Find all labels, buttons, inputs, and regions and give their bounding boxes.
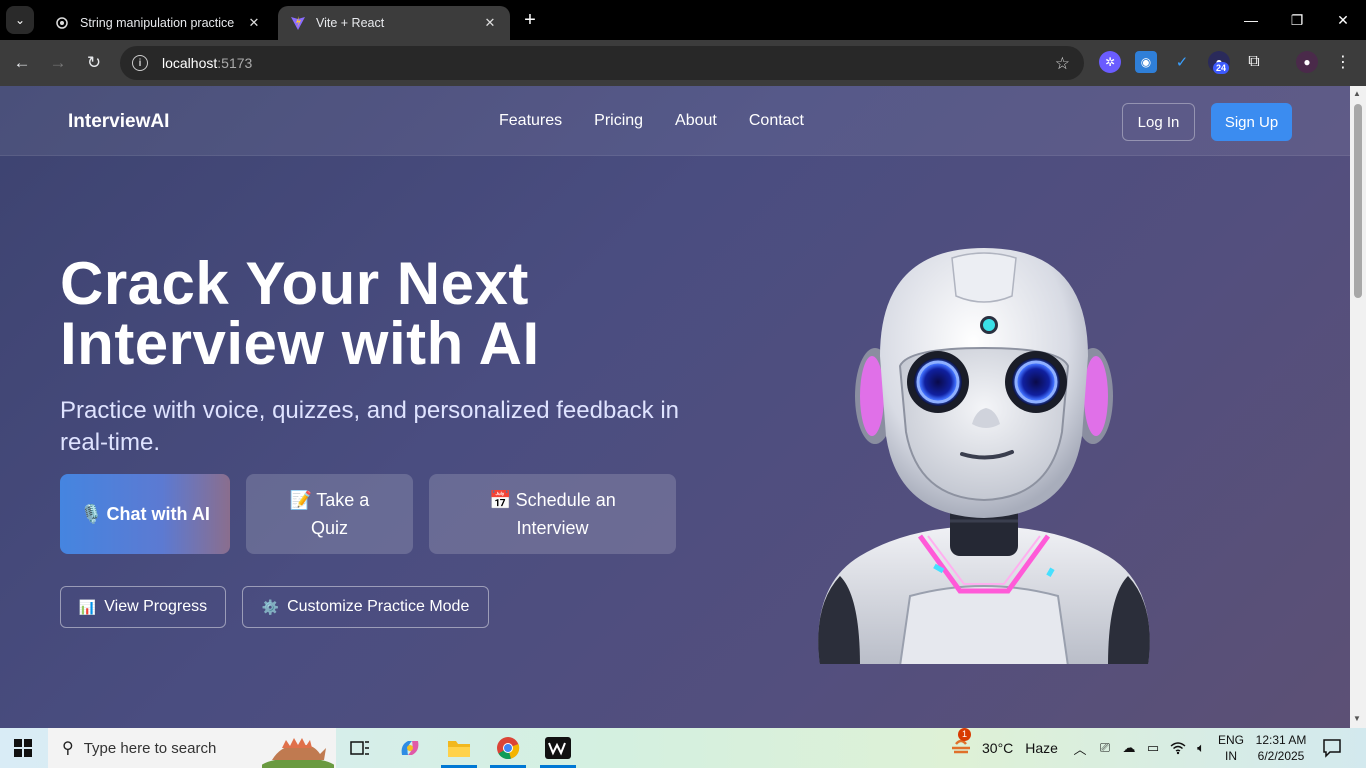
bookmark-star-icon[interactable]: ☆: [1055, 54, 1070, 74]
site-navbar: InterviewAI Features Pricing About Conta…: [0, 86, 1350, 156]
vite-favicon-icon: [290, 15, 306, 31]
cloud-sync-icon[interactable]: ☁: [1119, 728, 1139, 768]
search-placeholder: Type here to search: [83, 739, 217, 757]
language-code: ENG: [1217, 733, 1244, 747]
customize-practice-button[interactable]: ⚙️ Customize Practice Mode: [242, 586, 489, 628]
extension-badge: 24: [1213, 62, 1230, 74]
url-host: localhost: [162, 55, 218, 71]
browser-tab-string-practice[interactable]: String manipulation practice ✕: [42, 6, 274, 40]
page-viewport: InterviewAI Features Pricing About Conta…: [0, 86, 1350, 728]
hero-title-line-1: Crack Your Next: [60, 250, 529, 317]
file-explorer-icon[interactable]: [439, 728, 479, 768]
extension-gear-icon[interactable]: ✲: [1099, 51, 1121, 73]
extension-screen-icon[interactable]: ◉: [1135, 51, 1157, 73]
back-button[interactable]: ←: [8, 49, 36, 77]
battery-icon[interactable]: ▭: [1144, 728, 1162, 768]
button-label: Schedule an Interview: [515, 490, 616, 538]
button-label: Take a Quiz: [310, 490, 370, 538]
wifi-icon[interactable]: [1168, 728, 1188, 768]
reload-button[interactable]: ↻: [80, 49, 108, 77]
page-scrollbar[interactable]: ▲ ▼: [1350, 86, 1366, 728]
nav-link-contact[interactable]: Contact: [749, 112, 804, 130]
meet-now-icon[interactable]: ⎚: [1096, 728, 1114, 768]
new-tab-button[interactable]: +: [518, 8, 542, 32]
bar-chart-icon: 📊: [78, 598, 97, 615]
weather-haze-icon: 1: [950, 727, 972, 759]
scroll-up-arrow-icon[interactable]: ▲: [1353, 89, 1361, 98]
hero-title-line-2: Interview with AI: [60, 310, 540, 377]
weather-alert-badge: 1: [958, 727, 971, 741]
search-icon: ⚲: [62, 740, 74, 757]
view-progress-button[interactable]: 📊 View Progress: [60, 586, 226, 628]
hero-subtitle: Practice with voice, quizzes, and person…: [60, 397, 680, 456]
hero-title: Crack Your Next Interview with AI: [60, 254, 700, 374]
forward-button[interactable]: →: [44, 49, 72, 77]
input-language-indicator[interactable]: ENG IN: [1217, 732, 1245, 764]
minimize-button[interactable]: —: [1228, 0, 1274, 40]
dinosaur-search-highlight-icon: [262, 738, 334, 768]
tab-title: Vite + React: [316, 16, 385, 30]
extensions-puzzle-icon[interactable]: ⧉: [1243, 51, 1265, 73]
site-info-icon[interactable]: i: [132, 55, 148, 71]
tab-search-button[interactable]: ⌄: [6, 6, 34, 34]
scroll-down-arrow-icon[interactable]: ▼: [1353, 714, 1361, 723]
microphone-icon: 🎙️: [80, 504, 103, 524]
notification-center-icon[interactable]: [1322, 738, 1342, 758]
nav-link-about[interactable]: About: [675, 112, 717, 130]
button-label: View Progress: [104, 598, 208, 615]
restore-button[interactable]: ❐: [1274, 0, 1320, 40]
clock-time: 12:31 AM: [1255, 733, 1307, 747]
login-button[interactable]: Log In: [1122, 103, 1195, 141]
button-label: Customize Practice Mode: [287, 598, 470, 615]
browser-tab-vite-react[interactable]: Vite + React ✕: [278, 6, 510, 40]
take-quiz-button[interactable]: 📝 Take a Quiz: [246, 474, 413, 554]
chrome-icon[interactable]: [488, 728, 528, 768]
close-icon[interactable]: ✕: [246, 15, 262, 31]
browser-toolbar: ← → ↻ i localhost:5173 ☆ ✲ ◉ ✓ ● ⧉ ● ⋮: [0, 40, 1366, 86]
chevron-down-icon: ⌄: [14, 13, 26, 27]
robot-illustration: [818, 248, 1150, 664]
show-hidden-icons-chevron-icon[interactable]: ︿: [1070, 728, 1090, 768]
openai-favicon-icon: [54, 15, 70, 31]
close-window-button[interactable]: ✕: [1320, 0, 1366, 40]
site-logo[interactable]: InterviewAI: [68, 111, 169, 133]
taskbar-clock[interactable]: 12:31 AM 6/2/2025: [1254, 732, 1308, 764]
schedule-interview-button[interactable]: 📅 Schedule an Interview: [429, 474, 676, 554]
weather-desc: Haze: [1025, 740, 1058, 756]
memo-icon: 📝: [289, 490, 313, 510]
gear-icon: ⚙️: [261, 598, 280, 615]
signup-button[interactable]: Sign Up: [1211, 103, 1292, 141]
site-menu: Features Pricing About Contact: [499, 112, 836, 130]
address-bar[interactable]: i localhost:5173 ☆: [120, 46, 1084, 80]
volume-icon[interactable]: 🔈︎: [1191, 728, 1211, 768]
nav-link-pricing[interactable]: Pricing: [594, 112, 643, 130]
windows-start-icon[interactable]: [14, 739, 32, 757]
close-icon[interactable]: ✕: [482, 15, 498, 31]
profile-avatar[interactable]: ●: [1296, 51, 1318, 73]
extension-check-icon[interactable]: ✓: [1171, 51, 1193, 73]
nav-link-features[interactable]: Features: [499, 112, 562, 130]
button-label: Chat with AI: [106, 504, 210, 524]
region-code: IN: [1225, 749, 1237, 763]
wave-app-icon[interactable]: [538, 728, 578, 768]
windows-taskbar: ⚲ Type here to search 1 30°C Haze ︿ ⎚ ☁ …: [0, 727, 1366, 768]
tab-title: String manipulation practice: [80, 16, 235, 30]
url-port: :5173: [217, 55, 253, 71]
weather-temp: 30°C: [982, 740, 1014, 756]
scrollbar-thumb[interactable]: [1354, 104, 1362, 298]
more-menu-icon[interactable]: ⋮: [1332, 51, 1354, 73]
weather-widget[interactable]: 1 30°C Haze: [950, 727, 1058, 768]
task-view-icon[interactable]: [340, 728, 380, 768]
copilot-icon[interactable]: [390, 728, 430, 768]
browser-tab-strip: ⌄ String manipulation practice ✕ Vite + …: [0, 0, 1366, 40]
chat-with-ai-button[interactable]: 🎙️ Chat with AI: [60, 474, 230, 554]
calendar-icon: 📅: [489, 490, 512, 510]
clock-date: 6/2/2025: [1257, 749, 1305, 763]
taskbar-search-box[interactable]: ⚲ Type here to search: [48, 728, 336, 768]
